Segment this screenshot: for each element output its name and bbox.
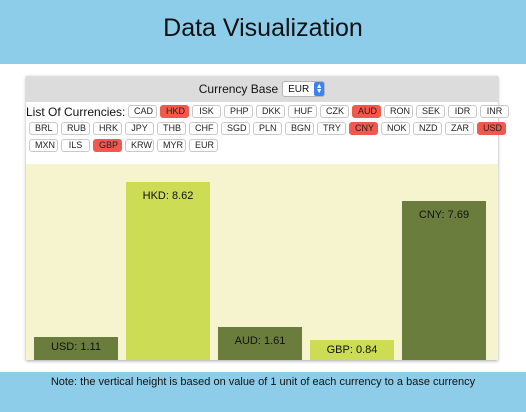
bar-aud: AUD: 1.61 xyxy=(218,327,302,360)
currency-chip-nzd[interactable]: NZD xyxy=(413,122,442,135)
currency-chip-sek[interactable]: SEK xyxy=(416,105,445,118)
bar-label-hkd: HKD: 8.62 xyxy=(142,190,194,202)
currency-chip-sgd[interactable]: SGD xyxy=(221,122,250,135)
currency-chip-pln[interactable]: PLN xyxy=(253,122,282,135)
currency-chip-czk[interactable]: CZK xyxy=(320,105,349,118)
currency-chip-thb[interactable]: THB xyxy=(157,122,186,135)
currency-chip-brl[interactable]: BRL xyxy=(29,122,58,135)
bar-label-cny: CNY: 7.69 xyxy=(418,209,470,221)
currency-chip-hrk[interactable]: HRK xyxy=(93,122,122,135)
currency-chip-nok[interactable]: NOK xyxy=(381,122,410,135)
currency-chip-aud[interactable]: AUD xyxy=(352,105,381,118)
currency-chip-mxn[interactable]: MXN xyxy=(29,139,58,152)
currency-list-label: List Of Currencies: xyxy=(26,105,126,119)
bar-gbp: GBP: 0.84 xyxy=(310,340,394,360)
currency-chip-myr[interactable]: MYR xyxy=(157,139,186,152)
currency-chip-hkd[interactable]: HKD xyxy=(160,105,189,118)
currency-chip-dkk[interactable]: DKK xyxy=(256,105,285,118)
currency-chip-eur[interactable]: EUR xyxy=(189,139,218,152)
currency-chip-isk[interactable]: ISK xyxy=(192,105,221,118)
main-panel: Currency Base EUR ▲ ▼ List Of Currencies:… xyxy=(0,64,526,372)
currency-base-select[interactable]: EUR ▲ ▼ xyxy=(282,81,326,97)
currency-chip-ron[interactable]: RON xyxy=(384,105,413,118)
bar-label-aud: AUD: 1.61 xyxy=(234,335,286,347)
select-chevron-icon: ▲ ▼ xyxy=(314,82,325,96)
currency-chip-jpy[interactable]: JPY xyxy=(125,122,154,135)
currency-chip-chf[interactable]: CHF xyxy=(189,122,218,135)
visualization-card: Currency Base EUR ▲ ▼ List Of Currencies:… xyxy=(26,76,509,360)
currency-chip-gbp[interactable]: GBP xyxy=(93,139,122,152)
bar-cny: CNY: 7.69 xyxy=(402,201,486,360)
currency-chip-php[interactable]: PHP xyxy=(224,105,253,118)
currency-chip-inr[interactable]: INR xyxy=(480,105,509,118)
bar-label-gbp: GBP: 0.84 xyxy=(326,344,378,356)
currency-chip-krw[interactable]: KRW xyxy=(125,139,154,152)
currency-chip-try[interactable]: TRY xyxy=(317,122,346,135)
currency-chip-cny[interactable]: CNY xyxy=(349,122,378,135)
page-title: Data Visualization xyxy=(163,14,363,42)
currency-chip-bgn[interactable]: BGN xyxy=(285,122,314,135)
currency-chip-cad[interactable]: CAD xyxy=(128,105,157,118)
bar-usd: USD: 1.11 xyxy=(34,337,118,360)
currency-chip-idr[interactable]: IDR xyxy=(448,105,477,118)
currency-chip-ils[interactable]: ILS xyxy=(61,139,90,152)
controls-area: Currency Base EUR ▲ ▼ List Of Currencies:… xyxy=(26,76,509,164)
bar-hkd: HKD: 8.62 xyxy=(126,182,210,360)
currency-chip-rub[interactable]: RUB xyxy=(61,122,90,135)
currency-base-label: Currency Base xyxy=(198,82,279,96)
currency-chip-huf[interactable]: HUF xyxy=(288,105,317,118)
currency-chip-zar[interactable]: ZAR xyxy=(445,122,474,135)
currency-base-row: Currency Base EUR ▲ ▼ xyxy=(26,76,498,102)
footer-note: Note: the vertical height is based on va… xyxy=(0,372,526,412)
bar-label-usd: USD: 1.11 xyxy=(51,341,101,353)
currency-chip-usd[interactable]: USD xyxy=(477,122,506,135)
currency-base-value: EUR xyxy=(288,83,310,95)
bar-chart: USD: 1.11 HKD: 8.62 AUD: 1.61 GBP: 0.84 CNY:… xyxy=(26,164,498,360)
